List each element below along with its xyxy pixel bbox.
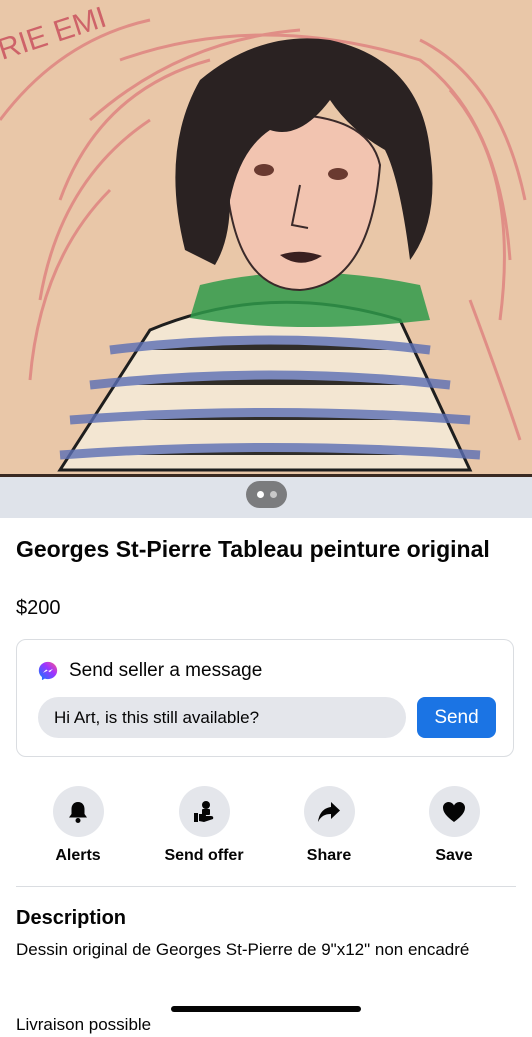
send-offer-label: Send offer: [164, 847, 244, 864]
photo-page-indicator[interactable]: [246, 481, 287, 508]
share-circle[interactable]: [303, 786, 355, 837]
alerts-circle[interactable]: [52, 786, 104, 837]
send-offer-action[interactable]: Send offer: [149, 786, 259, 865]
message-header: Send seller a message: [37, 660, 262, 682]
description-text: Dessin original de Georges St-Pierre de …: [16, 940, 470, 959]
offer-icon: [194, 800, 214, 822]
message-seller-card: Send seller a message Send: [16, 639, 514, 757]
send-offer-circle[interactable]: [178, 786, 230, 837]
send-button[interactable]: Send: [417, 697, 496, 738]
alerts-label: Alerts: [55, 847, 101, 864]
listing-price: $200: [16, 597, 61, 619]
save-action[interactable]: Save: [399, 786, 509, 865]
share-icon: [318, 801, 340, 822]
page-dot-active: [256, 491, 264, 498]
share-action[interactable]: Share: [274, 786, 384, 865]
page-dot: [269, 491, 277, 498]
action-bar: Alerts Send offer Share Save: [0, 786, 532, 866]
bell-icon: [69, 801, 87, 823]
listing-title: Georges St-Pierre Tableau peinture origi…: [16, 536, 490, 562]
section-divider: [16, 886, 516, 887]
description-heading: Description: [16, 907, 127, 929]
listing-photo[interactable]: RIE EMI: [0, 0, 532, 518]
message-input[interactable]: [38, 697, 406, 738]
drawing-image: RIE EMI: [0, 0, 532, 518]
share-label: Share: [306, 847, 352, 864]
home-indicator[interactable]: [171, 1006, 361, 1012]
save-label: Save: [435, 847, 473, 864]
messenger-icon: [38, 661, 58, 681]
description-next-line: Livraison possible: [16, 1015, 152, 1034]
heart-icon: [443, 801, 465, 822]
save-circle[interactable]: [428, 786, 480, 837]
alerts-action[interactable]: Alerts: [23, 786, 133, 865]
message-heading: Send seller a message: [69, 660, 263, 681]
